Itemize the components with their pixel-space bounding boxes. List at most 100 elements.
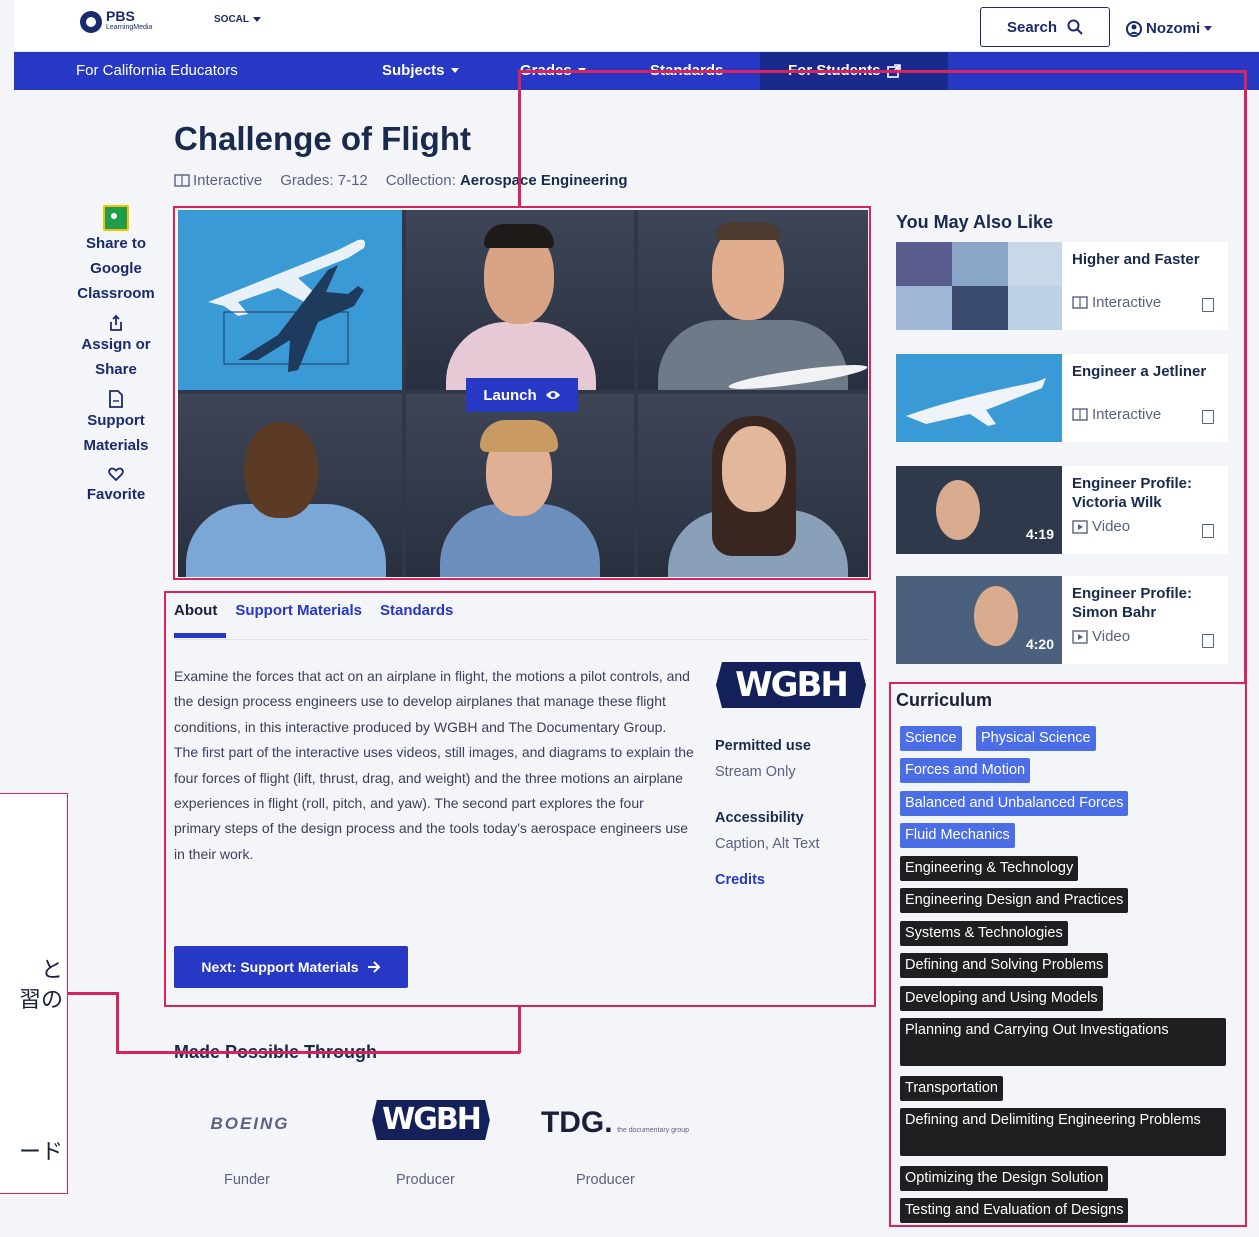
sponsor-role: Producer [396, 1172, 455, 1188]
favorite-action[interactable]: Favorite [70, 466, 162, 507]
wgbh-sponsor-logo: WGBH [372, 1100, 490, 1140]
curriculum-tag[interactable]: Planning and Carrying Out Investigations [900, 1018, 1226, 1066]
related-title: Engineer Profile: Victoria Wilk [1072, 475, 1193, 511]
sponsor-wgbh[interactable]: WGBH [358, 1100, 504, 1140]
user-icon [1126, 20, 1142, 37]
related-card[interactable]: 4:19 Engineer Profile: Victoria Wilk Vid… [896, 466, 1228, 554]
nav-subjects-label: Subjects [382, 62, 445, 79]
nav-region-label: For California Educators [76, 62, 238, 79]
nav-region[interactable]: For California Educators [76, 62, 238, 79]
document-icon [1202, 298, 1214, 312]
collection-label: Collection: [385, 172, 456, 189]
video-icon [1072, 519, 1088, 534]
curriculum-tag[interactable]: Systems & Technologies [900, 921, 1068, 946]
resource-preview[interactable]: Launch [178, 210, 868, 577]
next-button-label: Next: Support Materials [201, 959, 359, 975]
annotation-text: ード [18, 1139, 63, 1164]
credits-link[interactable]: Credits [715, 872, 765, 888]
document-icon [1202, 524, 1214, 538]
curriculum-tag[interactable]: Engineering Design and Practices [900, 888, 1129, 913]
curriculum-tag[interactable]: Physical Science [976, 726, 1096, 751]
curriculum-tag[interactable]: Forces and Motion [900, 758, 1031, 783]
annotation-text: 習の [18, 987, 63, 1012]
nav-subjects[interactable]: Subjects [382, 62, 459, 79]
tab-about[interactable]: About [174, 602, 217, 619]
interactive-icon [1072, 407, 1088, 421]
share-icon [110, 314, 122, 331]
video-duration: 4:19 [1025, 526, 1054, 542]
accessibility-label: Accessibility [715, 810, 804, 826]
related-thumbnail [896, 354, 1062, 442]
curriculum-tag[interactable]: Science [900, 726, 962, 751]
sponsor-tdg[interactable]: TDG. the documentary group [540, 1106, 690, 1140]
nav-standards[interactable]: Standards [650, 62, 723, 79]
support-materials-action[interactable]: Support Materials [70, 390, 162, 458]
permitted-use-label: Permitted use [715, 738, 811, 754]
launch-button[interactable]: Launch [466, 378, 578, 412]
annotation-text: と [40, 957, 63, 982]
related-type: Video [1092, 628, 1131, 645]
user-menu[interactable]: Nozomi [1126, 20, 1213, 37]
curriculum-tag[interactable]: Defining and Delimiting Engineering Prob… [900, 1108, 1226, 1156]
tab-standards[interactable]: Standards [380, 602, 453, 619]
curriculum-tag[interactable]: Optimizing the Design Solution [900, 1166, 1109, 1191]
curriculum-tag[interactable]: Developing and Using Models [900, 986, 1103, 1011]
user-name: Nozomi [1146, 20, 1201, 37]
pbs-logo[interactable]: PBS LearningMedia [80, 9, 152, 34]
nav-grades-label: Grades [520, 62, 572, 79]
accessibility-value: Caption, Alt Text [715, 836, 820, 852]
related-type: Interactive [1092, 406, 1162, 423]
tab-support-materials[interactable]: Support Materials [235, 602, 362, 619]
resource-description: Examine the forces that act on an airpla… [174, 668, 694, 862]
nav-for-students[interactable]: For Students [788, 62, 901, 79]
annotation-connector [1244, 70, 1247, 684]
related-title: Engineer Profile: Simon Bahr [1072, 585, 1193, 621]
nav-standards-label: Standards [650, 62, 724, 79]
engineer-portrait-2 [638, 210, 868, 390]
related-type: Video [1092, 518, 1131, 535]
chevron-down-icon [1204, 26, 1213, 31]
made-possible-heading: Made Possible Through [174, 1042, 378, 1062]
sponsor-boeing[interactable]: BOEING [180, 1114, 320, 1134]
related-card[interactable]: Higher and Faster Interactive [896, 242, 1228, 330]
curriculum-tag[interactable]: Fluid Mechanics [900, 823, 1015, 848]
resource-type: Interactive [193, 172, 263, 189]
station-name: SOCAL [214, 14, 249, 25]
top-header: PBS LearningMedia SOCAL Search Nozomi [14, 0, 1259, 52]
chevron-down-icon [450, 68, 459, 73]
tdg-logo: TDG. [540, 1106, 613, 1139]
engineer-portrait-1 [406, 210, 634, 390]
related-thumbnail: 4:19 [896, 466, 1062, 554]
assign-share[interactable]: Assign or Share [70, 314, 162, 382]
collection-link[interactable]: Aerospace Engineering [460, 172, 628, 189]
heart-icon [108, 467, 124, 482]
engineer-portrait-3 [178, 394, 402, 577]
tdg-logo-sub: the documentary group [617, 1127, 690, 1134]
annotation-connector [518, 1005, 521, 1053]
curriculum-tag[interactable]: Transportation [900, 1076, 1003, 1101]
share-google-classroom[interactable]: Share to Google Classroom [70, 205, 162, 306]
assign-label: Assign or Share [81, 336, 151, 378]
share-label: Share to Google Classroom [77, 235, 155, 302]
document-icon [109, 390, 123, 408]
station-selector[interactable]: SOCAL [214, 14, 261, 25]
annotation-connector [116, 992, 119, 1054]
active-tab-indicator [174, 633, 226, 638]
resource-tabs: About Support Materials Standards [174, 602, 453, 619]
google-classroom-icon [103, 205, 129, 231]
related-card[interactable]: Engineer a Jetliner Interactive [896, 354, 1228, 442]
next-support-materials-button[interactable]: Next: Support Materials [174, 946, 408, 988]
search-button[interactable]: Search [980, 7, 1110, 47]
resource-actions: Share to Google Classroom Assign or Shar… [70, 205, 162, 507]
engineer-portrait-4 [406, 394, 634, 577]
curriculum-tag[interactable]: Balanced and Unbalanced Forces [900, 791, 1129, 816]
curriculum-tag[interactable]: Defining and Solving Problems [900, 953, 1109, 978]
chevron-down-icon [577, 68, 586, 73]
curriculum-tag[interactable]: Engineering & Technology [900, 856, 1079, 881]
curriculum-tag[interactable]: Testing and Evaluation of Designs [900, 1198, 1129, 1223]
favorite-label: Favorite [86, 486, 146, 503]
related-card[interactable]: 4:20 Engineer Profile: Simon Bahr Video [896, 576, 1228, 664]
main-nav: For California Educators Subjects Grades… [14, 52, 1259, 90]
nav-grades[interactable]: Grades [520, 62, 586, 79]
page-title: Challenge of Flight [174, 120, 471, 157]
